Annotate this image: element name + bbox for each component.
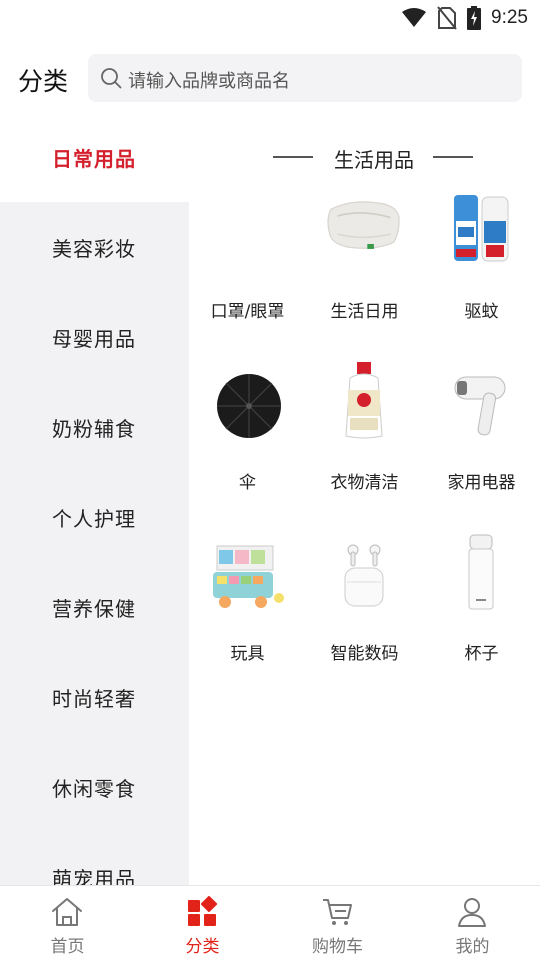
sidebar-item-label: 美容彩妆 [52,236,136,261]
category-item-masks[interactable]: 口罩/眼罩 [189,197,306,357]
category-item-label: 生活日用 [330,302,399,322]
nav-label: 我的 [455,937,490,957]
nav-profile[interactable]: 我的 [405,886,540,960]
category-item-toys[interactable]: 玩具 [189,539,306,699]
pillow-image [326,187,402,263]
category-item-home-appliances[interactable]: 家用电器 [423,368,540,528]
sidebar-item-mother-baby[interactable]: 母婴用品 [0,292,189,382]
sidebar-item-label: 奶粉辅食 [52,416,136,441]
category-item-label: 杯子 [464,644,499,664]
bottom-nav: 首页 分类 购物车 我的 [0,885,540,960]
category-item-label: 驱蚊 [464,302,499,322]
nav-home[interactable]: 首页 [0,886,135,960]
category-item-label: 衣物清洁 [330,473,399,493]
sidebar-item-label: 日常用品 [52,146,136,171]
nav-cart[interactable]: 购物车 [270,886,405,960]
status-icons: 9:25 [401,4,528,32]
category-item-cups[interactable]: 杯子 [423,534,540,699]
sidebar-item-health-supplements[interactable]: 营养保健 [0,562,189,652]
search-icon [101,68,122,89]
sidebar-item-snacks[interactable]: 休闲零食 [0,742,189,832]
thermos-cup-image [443,534,519,611]
search-input[interactable]: 请输入品牌或商品名 [88,54,522,102]
category-item-label: 智能数码 [330,644,399,664]
category-item-label: 伞 [239,473,256,493]
nav-label: 分类 [185,937,220,957]
nav-label: 购物车 [312,937,363,957]
category-item-label: 玩具 [230,644,265,664]
nav-category[interactable]: 分类 [135,886,270,960]
detergent-bottle-image [326,362,402,439]
category-item-label: 家用电器 [447,473,516,493]
nav-label: 首页 [50,937,85,957]
category-item-mosquito-repellent[interactable]: 驱蚊 [423,195,540,357]
sidebar-item-label: 营养保健 [52,596,136,621]
umbrella-image [211,368,287,444]
divider [433,156,473,158]
earbuds-image [326,539,402,615]
sidebar-item-formula-food[interactable]: 奶粉辅食 [0,382,189,472]
sidebar-item-label: 萌宠用品 [52,866,136,886]
sidebar-item-label: 时尚轻奢 [52,686,136,711]
hair-dryer-image [443,368,519,444]
header: 分类 请输入品牌或商品名 [0,50,540,106]
battery-charging-icon [467,6,482,30]
mask-image [209,197,285,273]
no-sim-icon [437,6,457,30]
sidebar-item-beauty-makeup[interactable]: 美容彩妆 [0,202,189,292]
status-time: 9:25 [491,7,528,28]
category-item-label: 口罩/眼罩 [210,302,285,322]
cart-icon [323,899,352,925]
wifi-icon [402,8,427,27]
home-icon [52,898,82,926]
category-item-laundry[interactable]: 衣物清洁 [306,362,423,528]
search-placeholder: 请输入品牌或商品名 [128,71,290,92]
section-header: 生活用品 [189,142,540,172]
mosquito-repellent-image [443,191,519,267]
category-item-umbrella[interactable]: 伞 [189,368,306,528]
category-item-smart-digital[interactable]: 智能数码 [306,539,423,699]
sidebar-item-label: 母婴用品 [52,326,136,351]
toy-image [209,539,285,615]
sidebar-item-daily-goods[interactable]: 日常用品 [0,112,189,202]
sidebar-item-fashion-luxury[interactable]: 时尚轻奢 [0,652,189,742]
sidebar-item-personal-care[interactable]: 个人护理 [0,472,189,562]
user-icon [458,898,486,927]
sidebar-item-pet-supplies[interactable]: 萌宠用品 [0,832,189,886]
sidebar-item-label: 休闲零食 [52,776,136,801]
category-item-daily-use[interactable]: 生活日用 [306,197,423,357]
status-bar: 9:25 [0,0,540,36]
category-icon [188,896,218,926]
page-title: 分类 [18,67,69,96]
category-content: 生活用品 口罩/眼罩 生活日用 驱蚊 伞 衣物清洁 家用电器 玩具 智能数码 杯… [189,112,540,885]
section-title: 生活用品 [334,148,414,172]
category-sidebar[interactable]: 日常用品 美容彩妆 母婴用品 奶粉辅食 个人护理 营养保健 时尚轻奢 休闲零食 … [0,112,189,885]
sidebar-item-label: 个人护理 [52,506,136,531]
